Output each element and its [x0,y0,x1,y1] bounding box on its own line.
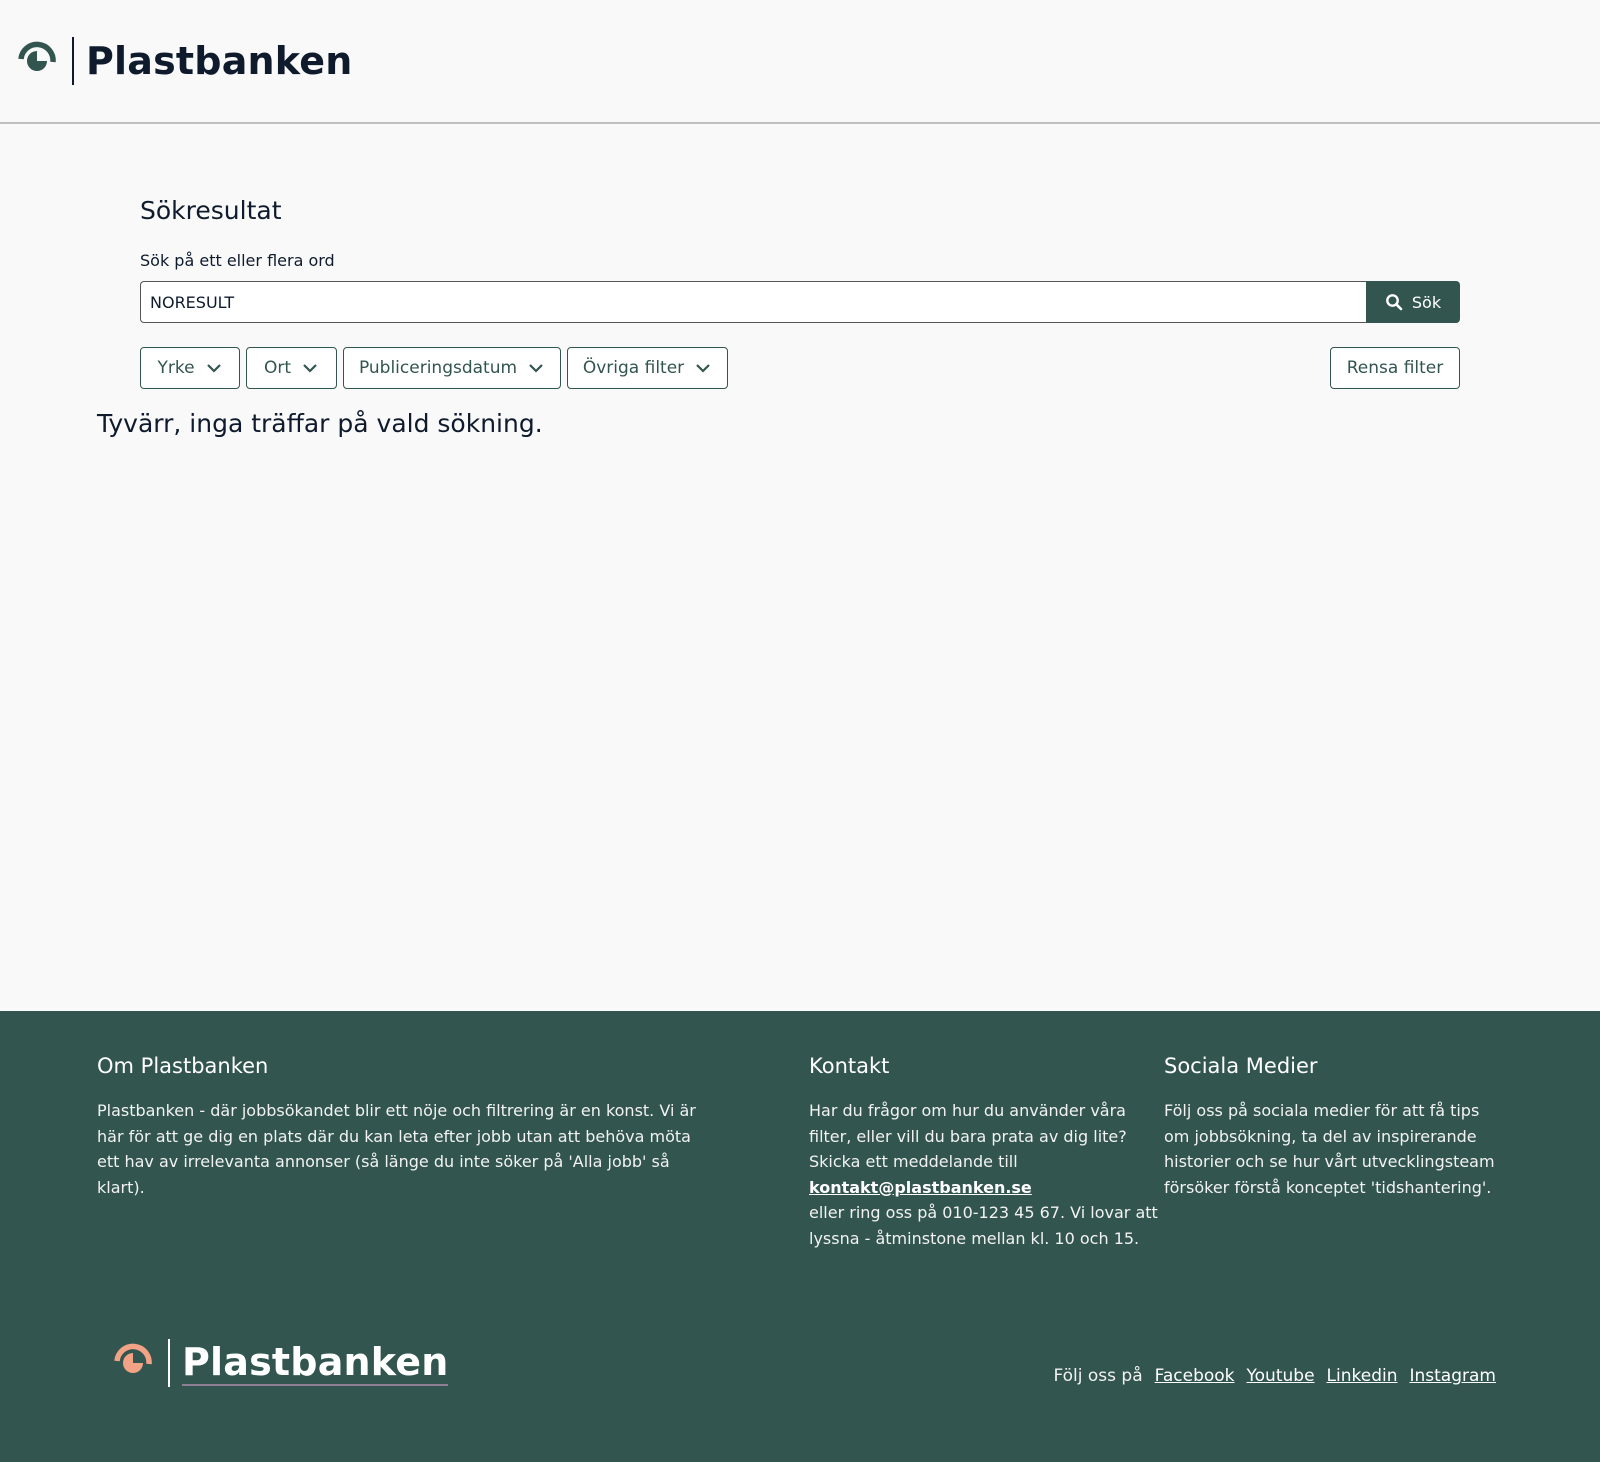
search-button[interactable]: Sök [1366,281,1460,323]
footer-brand-name: Plastbanken [182,1340,449,1386]
plastbanken-swirl-icon [18,41,56,71]
header-logo-link[interactable]: Plastbanken [12,36,352,86]
filter-bar: Yrke Ort Publiceringsdatum Övriga filter… [140,347,1460,389]
footer-social: Sociala Medier Följ oss på sociala medie… [1164,1054,1504,1200]
footer-contact-text: Har du frågor om hur du använder våra fi… [809,1098,1159,1251]
contact-text-after: eller ring oss på 010-123 45 67. Vi lova… [809,1203,1158,1248]
no-results-message: Tyvärr, inga träffar på vald sökning. [97,409,543,438]
logo-divider [72,37,74,85]
filter-label: Publiceringsdatum [358,358,518,378]
search-input[interactable] [140,281,1366,323]
footer-about: Om Plastbanken Plastbanken - där jobbsök… [97,1054,697,1200]
contact-email-link[interactable]: kontakt@plastbanken.se [809,1178,1032,1197]
footer-contact-heading: Kontakt [809,1054,890,1078]
footer-contact: Kontakt Har du frågor om hur du använder… [809,1054,1159,1251]
follow-label: Följ oss på [1053,1366,1143,1386]
filter-ort[interactable]: Ort [246,347,337,389]
social-links: Följ oss på Facebook Youtube Linkedin In… [1053,1366,1496,1386]
site-footer: Om Plastbanken Plastbanken - där jobbsök… [0,1011,1600,1462]
linkedin-link[interactable]: Linkedin [1327,1366,1398,1386]
facebook-link[interactable]: Facebook [1155,1366,1235,1386]
instagram-link[interactable]: Instagram [1410,1366,1497,1386]
search-bar: Sök [140,281,1460,323]
chevron-down-icon [696,364,710,373]
footer-about-heading: Om Plastbanken [97,1054,269,1078]
logo-divider [168,1339,170,1387]
chevron-down-icon [206,364,221,373]
header-brand-name: Plastbanken [86,39,353,83]
youtube-link[interactable]: Youtube [1247,1366,1315,1386]
filter-ovriga[interactable]: Övriga filter [567,347,728,389]
search-icon [1385,294,1403,311]
filter-label: Yrke [157,358,195,378]
plastbanken-swirl-icon [114,1343,152,1373]
clear-filters-button[interactable]: Rensa filter [1330,347,1460,389]
contact-text-before: Har du frågor om hur du använder våra fi… [809,1101,1127,1171]
filter-label: Övriga filter [582,358,685,378]
chevron-down-icon [303,364,317,373]
footer-logo-link[interactable]: Plastbanken [108,1338,449,1388]
site-header: Plastbanken [0,0,1600,124]
search-button-label: Sök [1411,292,1442,312]
filter-yrke[interactable]: Yrke [140,347,240,389]
chevron-down-icon [529,364,543,373]
footer-social-heading: Sociala Medier [1164,1054,1318,1078]
footer-social-text: Följ oss på sociala medier för att få ti… [1164,1101,1495,1197]
filter-label: Ort [263,358,292,378]
search-label: Sök på ett eller flera ord [140,251,335,270]
filter-publiceringsdatum[interactable]: Publiceringsdatum [343,347,561,389]
footer-about-text: Plastbanken - där jobbsökandet blir ett … [97,1101,696,1197]
page-title: Sökresultat [140,196,282,225]
